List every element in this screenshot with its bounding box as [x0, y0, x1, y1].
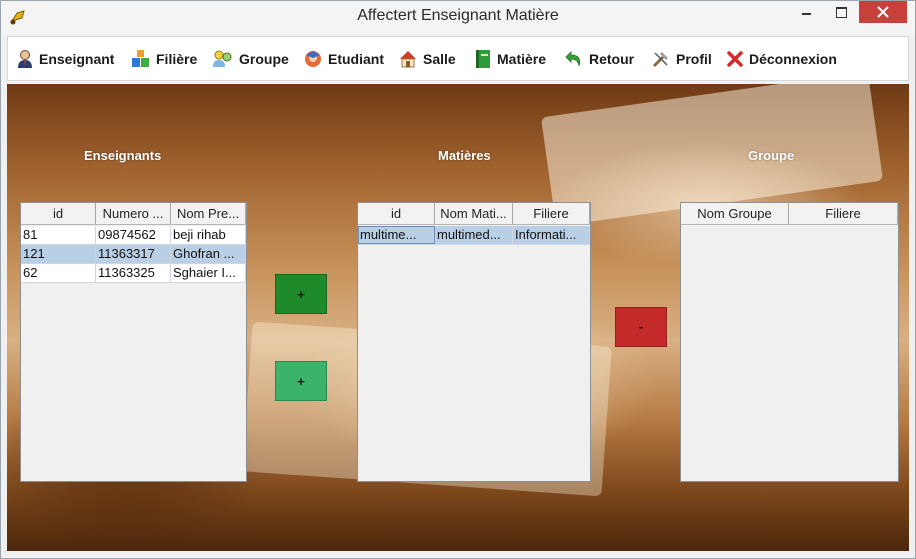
menu-deconnexion-label: Déconnexion: [749, 51, 837, 67]
column-header[interactable]: Numero ...: [96, 203, 171, 224]
remove-button[interactable]: -: [615, 307, 667, 347]
table-header: id Nom Mati... Filiere: [358, 203, 590, 225]
minimize-button[interactable]: [791, 1, 821, 23]
menu-retour[interactable]: Retour: [564, 47, 634, 71]
table-cell: 11363325: [96, 264, 171, 282]
column-header[interactable]: id: [21, 203, 96, 224]
table-cell: multime...: [358, 226, 435, 244]
table-cell: multimed...: [435, 226, 513, 244]
table-cell: 09874562: [96, 226, 171, 244]
column-header[interactable]: Nom Mati...: [435, 203, 513, 224]
content-area: Enseignants Matières Groupe id Numero ..…: [7, 84, 909, 551]
teacher-icon: [18, 50, 32, 68]
table-cell: beji rihab: [171, 226, 246, 244]
assign-add-button[interactable]: +: [275, 274, 327, 314]
table-cell: 81: [21, 226, 96, 244]
menu-profil-label: Profil: [676, 51, 712, 67]
column-header[interactable]: Nom Pre...: [171, 203, 246, 224]
table-cell: 62: [21, 264, 96, 282]
table-header: id Numero ... Nom Pre...: [21, 203, 246, 225]
menu-groupe-label: Groupe: [239, 51, 289, 67]
return-arrow-icon: [565, 51, 581, 67]
table-row-selected[interactable]: multime... multimed... Informati...: [358, 226, 590, 245]
menu-enseignant[interactable]: Enseignant: [16, 47, 114, 71]
student-icon: [305, 51, 321, 67]
book-icon: [476, 50, 490, 68]
column-header[interactable]: id: [358, 203, 435, 224]
heading-enseignants: Enseignants: [84, 148, 162, 163]
menu-deconnexion[interactable]: Déconnexion: [726, 47, 837, 71]
close-icon: [877, 6, 889, 18]
menu-etudiant[interactable]: Etudiant: [303, 47, 384, 71]
table-row[interactable]: 81 09874562 beji rihab: [21, 226, 246, 245]
menu-filiere-label: Filière: [156, 51, 198, 67]
blocks-icon: [132, 50, 149, 67]
table-cell: Sghaier I...: [171, 264, 246, 282]
table-cell: 11363317: [96, 245, 171, 263]
tools-icon: [652, 52, 668, 68]
menu-profil[interactable]: Profil: [651, 47, 712, 71]
maximize-button[interactable]: [825, 1, 855, 23]
table-header: Nom Groupe Filiere: [681, 203, 898, 225]
matieres-table[interactable]: id Nom Mati... Filiere multime... multim…: [357, 202, 591, 482]
app-window: Affectert Enseignant Matière Enseignant …: [0, 0, 916, 559]
title-bar: Affectert Enseignant Matière: [1, 1, 915, 34]
group-icon: [213, 50, 232, 67]
house-icon: [400, 51, 416, 68]
table-cell: 121: [21, 245, 96, 263]
table-cell: Informati...: [513, 226, 590, 244]
window-title: Affectert Enseignant Matière: [357, 7, 559, 24]
heading-matieres: Matières: [438, 148, 491, 163]
assign-add-group-button[interactable]: +: [275, 361, 327, 401]
menu-matiere-label: Matière: [497, 51, 547, 67]
menu-salle[interactable]: Salle: [398, 47, 456, 71]
table-row-selected[interactable]: 121 11363317 Ghofran ...: [21, 245, 246, 264]
menu-retour-label: Retour: [589, 51, 635, 67]
heading-groupe: Groupe: [748, 148, 795, 163]
column-header[interactable]: Nom Groupe: [681, 203, 789, 224]
column-header[interactable]: Filiere: [513, 203, 590, 224]
menu-filiere[interactable]: Filière: [131, 47, 197, 71]
menu-matiere[interactable]: Matière: [474, 47, 546, 71]
enseignants-table[interactable]: id Numero ... Nom Pre... 81 09874562 bej…: [20, 202, 247, 482]
table-row[interactable]: 62 11363325 Sghaier I...: [21, 264, 246, 283]
groupe-table[interactable]: Nom Groupe Filiere: [680, 202, 899, 482]
menu-enseignant-label: Enseignant: [39, 51, 115, 67]
menu-etudiant-label: Etudiant: [328, 51, 384, 67]
column-header[interactable]: Filiere: [789, 203, 898, 224]
menu-bar: Enseignant Filière Groupe Etudiant Salle…: [7, 36, 909, 81]
menu-groupe[interactable]: Groupe: [212, 47, 289, 71]
close-window-button[interactable]: [859, 1, 907, 23]
close-x-icon: [727, 51, 743, 67]
table-cell: Ghofran ...: [171, 245, 246, 263]
menu-salle-label: Salle: [423, 51, 456, 67]
